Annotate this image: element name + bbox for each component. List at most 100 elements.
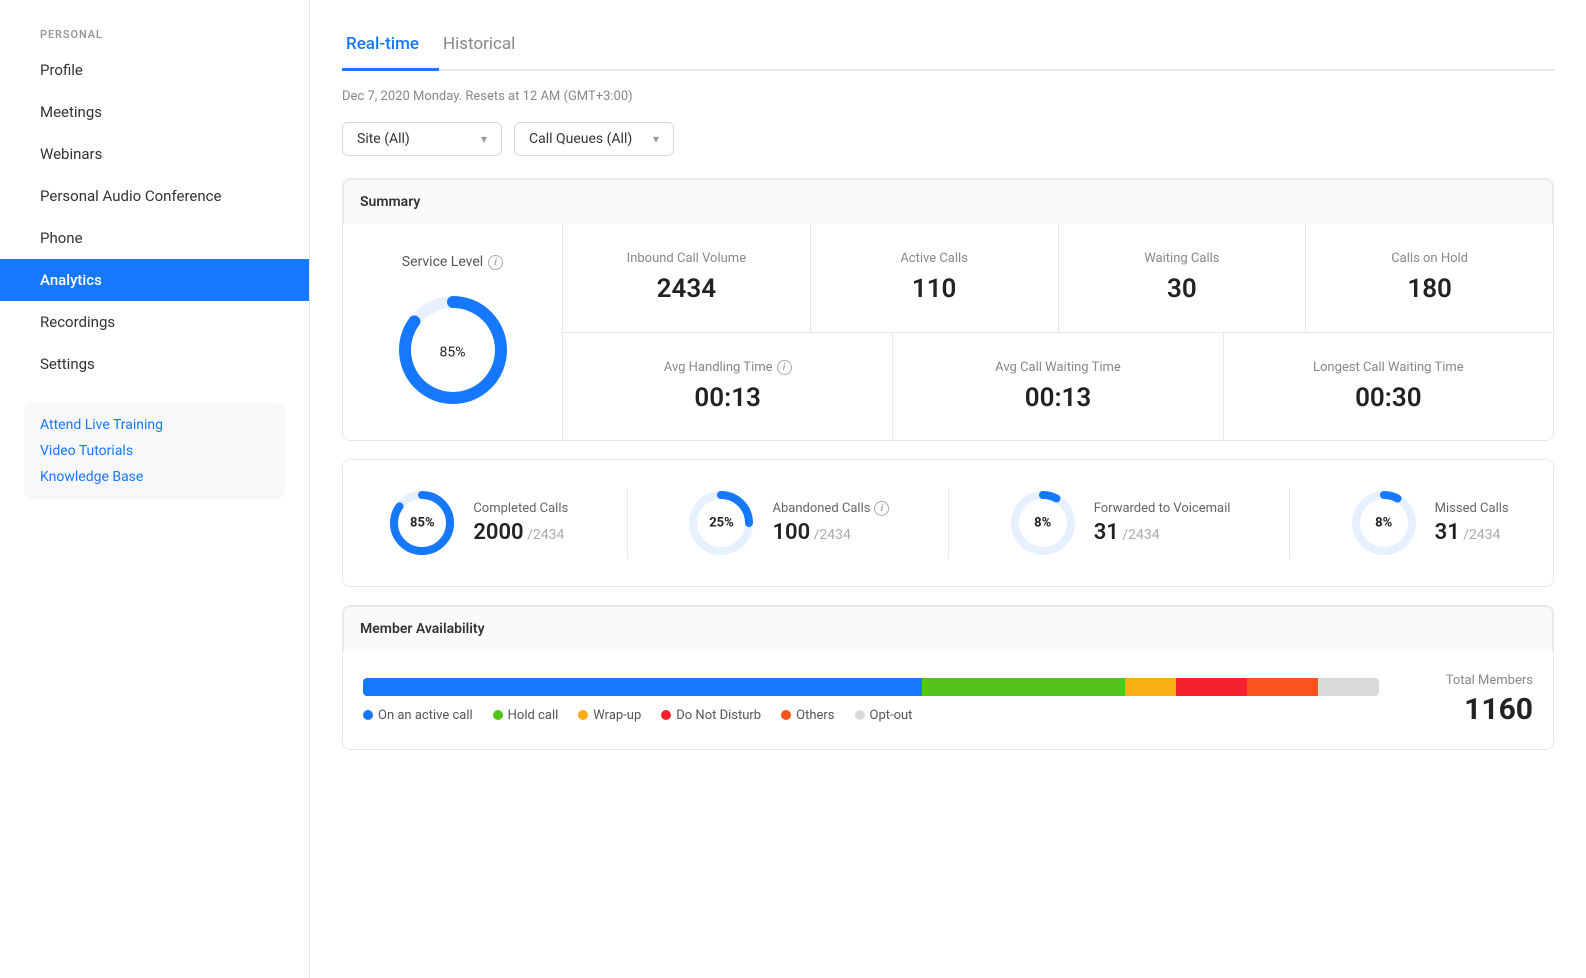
- date-info: Dec 7, 2020 Monday. Resets at 12 AM (GMT…: [342, 89, 1554, 104]
- tab-historical[interactable]: Historical: [439, 24, 535, 71]
- bar-segment-active-call: [363, 678, 922, 696]
- service-level-info-icon: i: [488, 255, 503, 270]
- sidebar-link-attend-live-training[interactable]: Attend Live Training: [40, 417, 269, 433]
- sidebar-item-phone[interactable]: Phone: [0, 217, 309, 259]
- stat-calls-on-hold-value: 180: [1407, 274, 1452, 304]
- sidebar-item-personal-audio-conference[interactable]: Personal Audio Conference: [0, 175, 309, 217]
- bar-segment-others: [1247, 678, 1318, 696]
- stat-inbound-call-volume-value: 2434: [657, 274, 716, 304]
- breakdown-divider-2: [948, 488, 949, 558]
- sidebar-item-meetings[interactable]: Meetings: [0, 91, 309, 133]
- mini-donut-completed-calls: 85%: [387, 488, 457, 558]
- legend-item-active-call: On an active call: [363, 708, 473, 723]
- service-level-value: 85%: [439, 338, 465, 363]
- breakdown-text-missed-calls: Missed Calls 31 /2434: [1435, 501, 1509, 545]
- legend-dot-active-call: [363, 710, 373, 720]
- site-filter-label: Site (All): [357, 131, 410, 147]
- breakdown-text-abandoned-calls: Abandoned Calls i 100 /2434: [772, 501, 889, 545]
- stat-waiting-calls: Waiting Calls 30: [1059, 224, 1307, 332]
- legend-dot-opt-out: [855, 710, 865, 720]
- tab-realtime[interactable]: Real-time: [342, 24, 439, 71]
- breakdown-item-abandoned-calls: 25% Abandoned Calls i 100 /2434: [686, 488, 889, 558]
- stat-inbound-call-volume: Inbound Call Volume 2434: [563, 224, 811, 332]
- info-icon-abandoned-calls: i: [874, 501, 889, 516]
- breakdown-divider-1: [627, 488, 628, 558]
- legend-dot-others: [781, 710, 791, 720]
- member-legend: On an active call Hold call Wrap-up Do N…: [363, 708, 1379, 723]
- sidebar-section-label: PERSONAL: [0, 0, 309, 49]
- stat-longest-call-waiting-time-value: 00:30: [1355, 383, 1422, 413]
- member-total-label: Total Members: [1446, 673, 1533, 688]
- summary-title: Summary: [343, 179, 1553, 224]
- legend-dot-wrap-up: [578, 710, 588, 720]
- stat-waiting-calls-value: 30: [1167, 274, 1197, 304]
- breakdown-label-abandoned-calls: Abandoned Calls i: [772, 501, 889, 516]
- stat-avg-call-waiting-time: Avg Call Waiting Time 00:13: [893, 333, 1223, 441]
- member-total: Total Members 1160: [1403, 673, 1533, 727]
- mini-donut-center-forwarded-to-voicemail: 8%: [1034, 516, 1051, 531]
- stat-longest-call-waiting-time: Longest Call Waiting Time 00:30: [1224, 333, 1553, 441]
- legend-item-hold-call: Hold call: [493, 708, 559, 723]
- breakdown-value-completed-calls: 2000 /2434: [473, 520, 568, 545]
- calls-breakdown-card: 85% Completed Calls 2000 /2434 25%: [342, 459, 1554, 587]
- legend-label-hold-call: Hold call: [508, 708, 559, 723]
- breakdown-item-forwarded-to-voicemail: 8% Forwarded to Voicemail 31 /2434: [1008, 488, 1231, 558]
- sidebar-item-webinars[interactable]: Webinars: [0, 133, 309, 175]
- stat-active-calls: Active Calls 110: [811, 224, 1059, 332]
- service-level-box: Service Level i 85%: [343, 224, 563, 440]
- service-level-title: Service Level i: [402, 254, 503, 270]
- tabs-bar: Real-time Historical: [342, 24, 1554, 71]
- mini-donut-forwarded-to-voicemail: 8%: [1008, 488, 1078, 558]
- bar-segment-hold-call: [922, 678, 1125, 696]
- sidebar: PERSONAL ProfileMeetingsWebinarsPersonal…: [0, 0, 310, 978]
- member-total-value: 1160: [1464, 692, 1533, 727]
- breakdown-item-completed-calls: 85% Completed Calls 2000 /2434: [387, 488, 568, 558]
- call-queues-filter-chevron: ▾: [653, 132, 659, 146]
- site-filter-chevron: ▾: [481, 132, 487, 146]
- stat-calls-on-hold: Calls on Hold 180: [1306, 224, 1553, 332]
- call-queues-filter[interactable]: Call Queues (All) ▾: [514, 122, 674, 156]
- mini-donut-abandoned-calls: 25%: [686, 488, 756, 558]
- legend-dot-do-not-disturb: [661, 710, 671, 720]
- stat-avg-handling-time-value: 00:13: [694, 383, 761, 413]
- main-content: Real-time Historical Dec 7, 2020 Monday.…: [310, 0, 1586, 978]
- breakdown-text-completed-calls: Completed Calls 2000 /2434: [473, 501, 568, 545]
- breakdown-total-forwarded-to-voicemail: /2434: [1119, 527, 1160, 543]
- sidebar-link-knowledge-base[interactable]: Knowledge Base: [40, 469, 269, 485]
- member-bar-area: On an active call Hold call Wrap-up Do N…: [363, 678, 1379, 723]
- legend-item-do-not-disturb: Do Not Disturb: [661, 708, 761, 723]
- sidebar-link-video-tutorials[interactable]: Video Tutorials: [40, 443, 269, 459]
- breakdown-value-abandoned-calls: 100 /2434: [772, 520, 889, 545]
- member-availability-title: Member Availability: [343, 606, 1553, 651]
- sidebar-item-analytics[interactable]: Analytics: [0, 259, 309, 301]
- breakdown-label-completed-calls: Completed Calls: [473, 501, 568, 516]
- sidebar-item-recordings[interactable]: Recordings: [0, 301, 309, 343]
- bar-segment-wrap-up: [1125, 678, 1176, 696]
- legend-label-active-call: On an active call: [378, 708, 473, 723]
- breakdown-label-missed-calls: Missed Calls: [1435, 501, 1509, 516]
- bar-segment-opt-out: [1318, 678, 1379, 696]
- legend-dot-hold-call: [493, 710, 503, 720]
- summary-card: Summary Service Level i 85%: [342, 178, 1554, 441]
- mini-donut-center-abandoned-calls: 25%: [709, 516, 734, 531]
- member-availability-body: On an active call Hold call Wrap-up Do N…: [343, 651, 1553, 749]
- stat-avg-handling-time: Avg Handling Time i 00:13: [563, 333, 893, 441]
- breakdown-total-abandoned-calls: /2434: [810, 527, 851, 543]
- stats-row-bottom: Avg Handling Time i 00:13 Avg Call Waiti…: [563, 332, 1553, 441]
- sidebar-item-profile[interactable]: Profile: [0, 49, 309, 91]
- site-filter[interactable]: Site (All) ▾: [342, 122, 502, 156]
- mini-donut-center-completed-calls: 85%: [410, 516, 435, 531]
- call-queues-filter-label: Call Queues (All): [529, 131, 632, 147]
- avg-handling-time-info-icon: i: [777, 360, 792, 375]
- sidebar-links: Attend Live Training Video Tutorials Kno…: [24, 403, 285, 499]
- breakdown-total-completed-calls: /2434: [524, 527, 565, 543]
- member-availability-bar: [363, 678, 1379, 696]
- legend-item-opt-out: Opt-out: [855, 708, 913, 723]
- mini-donut-missed-calls: 8%: [1349, 488, 1419, 558]
- breakdown-label-forwarded-to-voicemail: Forwarded to Voicemail: [1094, 501, 1231, 516]
- breakdown-value-forwarded-to-voicemail: 31 /2434: [1094, 520, 1231, 545]
- bar-segment-do-not-disturb: [1176, 678, 1247, 696]
- stat-active-calls-value: 110: [912, 274, 957, 304]
- sidebar-item-settings[interactable]: Settings: [0, 343, 309, 385]
- legend-label-do-not-disturb: Do Not Disturb: [676, 708, 761, 723]
